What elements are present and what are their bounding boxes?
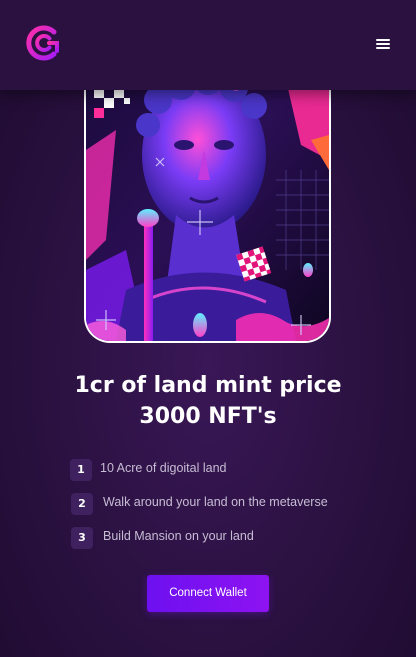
feature-text: Build Mansion on your land [103,529,254,543]
connect-wallet-button[interactable]: Connect Wallet [147,575,269,612]
feature-text: 10 Acre of digoital land [100,461,227,475]
feature-text: Walk around your land on the metaverse [103,495,328,509]
hero-title-line-1: 1cr of land mint price [74,373,342,398]
feature-list: 1 10 Acre of digoital land 2 Walk around… [70,456,400,558]
hero-title-line-2: 3000 NFT's [139,404,277,429]
site-header [0,0,416,90]
number-badge: 1 [70,459,92,481]
hero-title: 1cr of land mint price 3000 NFT's [0,370,416,432]
number-badge: 3 [71,527,93,549]
brand-logo-icon[interactable] [23,23,63,63]
list-item: 2 Walk around your land on the metaverse [70,490,400,524]
hamburger-menu-icon[interactable] [372,36,394,52]
number-badge: 2 [71,493,93,515]
list-item: 1 10 Acre of digoital land [70,456,400,490]
list-item: 3 Build Mansion on your land [70,524,400,558]
